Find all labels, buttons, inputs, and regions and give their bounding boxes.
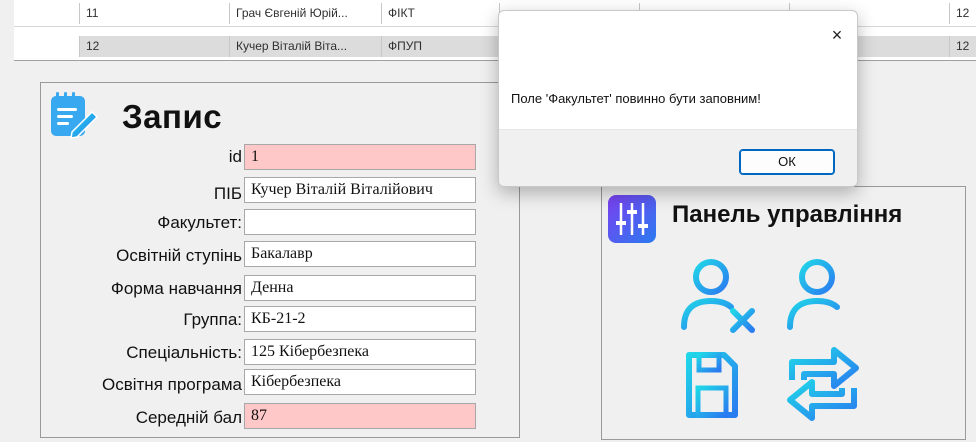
cell-faculty: ФІКТ (382, 3, 500, 24)
add-user-icon[interactable] (784, 255, 868, 335)
label-degree: Освітній ступінь (116, 246, 242, 265)
specialty-field[interactable]: 125 Кібербезпека (244, 339, 476, 365)
message-dialog: × Поле 'Факультет' повинно бути заповним… (498, 10, 858, 187)
remove-user-icon[interactable] (678, 255, 760, 335)
dialog-footer: ОК (499, 129, 857, 186)
label-id: id (228, 147, 242, 166)
group-field[interactable]: КБ-21-2 (244, 306, 476, 332)
sliders-icon (608, 195, 656, 243)
ok-button[interactable]: ОК (739, 149, 835, 175)
faculty-field[interactable] (244, 209, 476, 235)
row-header (14, 36, 80, 57)
cell-score: 12 (956, 39, 970, 53)
average-score-field[interactable]: 87 (244, 403, 476, 429)
label-group: Группа: (183, 310, 242, 329)
label-study-form: Форма навчання (110, 279, 242, 298)
cell-faculty: ФПУП (382, 36, 500, 57)
id-field[interactable]: 1 (244, 144, 476, 170)
cell-num: 12 (80, 36, 230, 57)
record-title: Запис (122, 98, 223, 135)
cell-name: Кучер Віталій Віта... (230, 36, 382, 57)
cell-name: Грач Євгеній Юрій... (230, 3, 382, 24)
study-form-field[interactable]: Денна (244, 275, 476, 301)
control-panel-title: Панель управління (672, 201, 903, 228)
degree-field[interactable]: Бакалавр (244, 241, 476, 267)
pib-field[interactable]: Кучер Віталій Віталійович (244, 177, 476, 203)
label-average-score: Середній бал (135, 408, 242, 427)
dialog-message: Поле 'Факультет' повинно бути заповним! (511, 91, 761, 106)
swap-icon[interactable] (782, 344, 864, 424)
edit-document-icon (51, 92, 99, 139)
cell-num: 11 (80, 3, 230, 24)
row-header (14, 3, 80, 24)
label-program: Освітня програма (101, 375, 242, 394)
label-specialty: Спеціальність: (126, 343, 242, 362)
program-field[interactable]: Кібербезпека (244, 369, 476, 395)
save-icon[interactable] (684, 350, 740, 420)
cell-score: 12 (956, 6, 970, 20)
close-icon[interactable]: × (825, 23, 849, 47)
label-faculty: Факультет: (157, 213, 242, 232)
label-pib: ПІБ (213, 184, 242, 203)
